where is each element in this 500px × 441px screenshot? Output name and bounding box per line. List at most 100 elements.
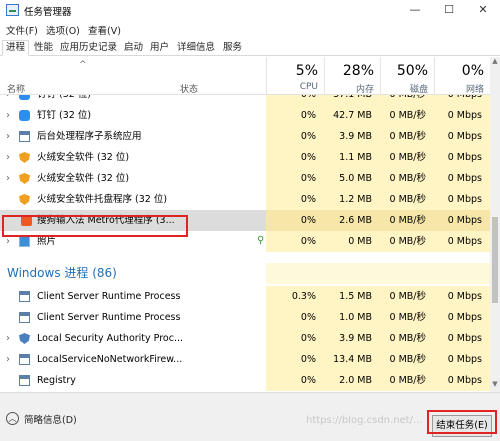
cpu-value: 0% [266, 126, 324, 147]
disk-total: 50% [396, 63, 428, 79]
column-header: ^ 名称 状态 5% CPU 28% 内存 50% 磁盘 0% 网络 [0, 57, 490, 95]
security-shield-icon [19, 333, 30, 344]
disk-value: 0 MB/秒 [380, 210, 434, 231]
network-blank [434, 263, 490, 284]
memory-value: 1.1 MB [324, 147, 380, 168]
table-row[interactable]: Client Server Runtime Process 0% 1.0 MB … [0, 307, 490, 328]
disk-value: 0 MB/秒 [380, 189, 434, 210]
table-row[interactable]: 火绒安全软件托盘程序 (32 位) 0% 1.2 MB 0 MB/秒 0 Mbp… [0, 189, 490, 210]
expand-chevron-icon[interactable]: › [6, 328, 10, 349]
menu-file[interactable]: 文件(F) [6, 23, 38, 37]
network-total: 0% [461, 63, 484, 79]
disk-value: 0 MB/秒 [380, 231, 434, 252]
process-list: › 钉钉 (32 位) 0% 37.1 MB 0 MB/秒 0 Mbps › 钉… [0, 95, 490, 392]
memory-total: 28% [342, 63, 374, 79]
scroll-down-icon[interactable]: ▼ [490, 380, 500, 392]
memory-value: 3.9 MB [324, 126, 380, 147]
process-name: 火绒安全软件托盘程序 (32 位) [37, 194, 168, 205]
network-value: 0 Mbps [434, 231, 490, 252]
network-column-header[interactable]: 0% 网络 [434, 57, 490, 95]
network-value: 0 Mbps [434, 126, 490, 147]
tab-users[interactable]: 用户 [146, 40, 173, 56]
memory-value: 0 MB [324, 231, 380, 252]
task-manager-icon [6, 4, 19, 16]
window-title: 任务管理器 [24, 7, 72, 18]
cpu-total: 5% [295, 63, 318, 79]
table-row[interactable]: › 火绒安全软件 (32 位) 0% 5.0 MB 0 MB/秒 0 Mbps [0, 168, 490, 189]
process-name: 火绒安全软件 (32 位) [37, 152, 130, 163]
network-value: 0 Mbps [434, 328, 490, 349]
tab-details[interactable]: 详细信息 [173, 40, 219, 56]
network-value: 0 Mbps [434, 147, 490, 168]
memory-column-header[interactable]: 28% 内存 [324, 57, 380, 95]
footer: ︿ 简略信息(D) https://blog.csdn.net/... 结束任务… [0, 392, 500, 441]
minimize-button[interactable]: — [398, 0, 432, 20]
expand-chevron-icon[interactable]: › [6, 95, 10, 105]
tab-processes[interactable]: 进程 [2, 40, 30, 56]
expand-chevron-icon[interactable]: › [6, 126, 10, 147]
window-icon [19, 131, 30, 142]
maximize-button[interactable]: ☐ [432, 0, 466, 20]
menu-options[interactable]: 选项(O) [46, 23, 80, 37]
table-row[interactable]: Registry 0% 2.0 MB 0 MB/秒 0 Mbps [0, 370, 490, 391]
scroll-up-icon[interactable]: ▲ [490, 57, 500, 69]
group-header-windows-processes[interactable]: Windows 进程 (86) [0, 263, 490, 284]
cpu-column-header[interactable]: 5% CPU [266, 57, 324, 95]
expand-chevron-icon[interactable]: › [6, 349, 10, 370]
tab-bar: 进程 性能 应用历史记录 启动 用户 详细信息 服务 [0, 38, 500, 56]
network-value: 0 Mbps [434, 370, 490, 391]
tab-performance[interactable]: 性能 [30, 40, 57, 56]
process-name: 钉钉 (32 位) [37, 110, 92, 121]
cpu-value: 0% [266, 105, 324, 126]
expand-chevron-icon[interactable]: › [6, 147, 10, 168]
vertical-scrollbar[interactable]: ▲ ▼ [490, 57, 500, 392]
huorong-shield-icon [19, 173, 30, 184]
network-value: 0 Mbps [434, 286, 490, 307]
table-row[interactable]: Client Server Runtime Process 0.3% 1.5 M… [0, 286, 490, 307]
chevron-up-circle-icon[interactable]: ︿ [6, 412, 19, 425]
status-column-header[interactable]: 状态 [180, 82, 198, 95]
cpu-value: 0% [266, 210, 324, 231]
tab-app-history[interactable]: 应用历史记录 [56, 40, 121, 56]
table-row[interactable]: › 钉钉 (32 位) 0% 42.7 MB 0 MB/秒 0 Mbps [0, 105, 490, 126]
menu-bar: 文件(F) 选项(O) 查看(V) [0, 20, 500, 38]
menu-view[interactable]: 查看(V) [88, 23, 121, 37]
table-row[interactable]: › 后台处理程序子系统应用 0% 3.9 MB 0 MB/秒 0 Mbps [0, 126, 490, 147]
fewer-details-link[interactable]: 简略信息(D) [24, 412, 77, 426]
table-row[interactable]: › Local Security Authority Proc... 0% 3.… [0, 328, 490, 349]
name-column-header[interactable]: 名称 [7, 82, 25, 95]
scrollbar-thumb[interactable] [492, 217, 498, 303]
sort-up-icon: ^ [79, 60, 87, 70]
cpu-value: 0.3% [266, 286, 324, 307]
memory-value: 1.2 MB [324, 189, 380, 210]
expand-chevron-icon[interactable]: › [6, 168, 10, 189]
disk-value: 0 MB/秒 [380, 105, 434, 126]
disk-value: 0 MB/秒 [380, 147, 434, 168]
close-button[interactable]: ✕ [466, 0, 500, 20]
window-icon [19, 354, 30, 365]
table-row[interactable]: › LocalServiceNoNetworkFirew... 0% 13.4 … [0, 349, 490, 370]
cpu-value: 0% [266, 349, 324, 370]
memory-value: 13.4 MB [324, 349, 380, 370]
tab-services[interactable]: 服务 [219, 40, 246, 56]
cpu-value: 0% [266, 189, 324, 210]
disk-blank [380, 263, 434, 284]
tab-startup[interactable]: 启动 [120, 40, 147, 56]
disk-column-header[interactable]: 50% 磁盘 [380, 57, 434, 95]
table-row[interactable]: › 火绒安全软件 (32 位) 0% 1.1 MB 0 MB/秒 0 Mbps [0, 147, 490, 168]
memory-label: 内存 [355, 85, 374, 95]
memory-value: 37.1 MB [324, 95, 380, 105]
expand-chevron-icon[interactable]: › [6, 105, 10, 126]
network-value: 0 Mbps [434, 95, 490, 105]
watermark: https://blog.csdn.net/... [306, 415, 423, 426]
memory-value: 1.0 MB [324, 307, 380, 328]
process-name: Local Security Authority Proc... [37, 333, 184, 344]
suspended-leaf-icon: ⚲ [257, 235, 265, 246]
network-value: 0 Mbps [434, 168, 490, 189]
process-name: Registry [37, 375, 76, 386]
window-icon [19, 312, 30, 323]
table-row[interactable]: › 钉钉 (32 位) 0% 37.1 MB 0 MB/秒 0 Mbps [0, 95, 490, 105]
memory-value: 5.0 MB [324, 168, 380, 189]
process-name: LocalServiceNoNetworkFirew... [37, 354, 183, 365]
cpu-value: 0% [266, 370, 324, 391]
